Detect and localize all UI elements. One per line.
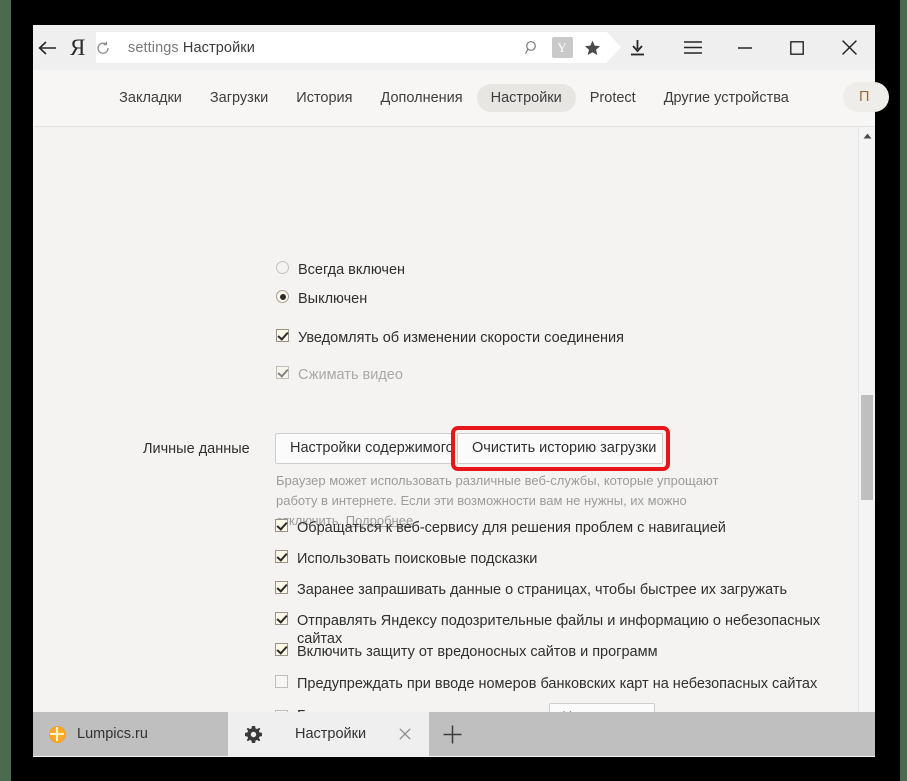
checkbox-notify-speed-label: Уведомлять об изменении скорости соедине… — [298, 330, 624, 346]
maximize-button[interactable] — [771, 25, 823, 70]
chevron-up-icon — [863, 133, 871, 138]
minimize-icon — [738, 46, 752, 49]
checkbox-row-search-suggestions[interactable]: Использовать поисковые подсказки — [275, 550, 537, 568]
radio-turbo-off[interactable] — [276, 290, 289, 303]
checkbox-row-compress-video: Сжимать видео — [276, 366, 403, 384]
arrow-left-icon — [38, 40, 57, 55]
radio-turbo-off-label: Выключен — [298, 291, 368, 307]
nav-tab-protect[interactable]: Protect — [576, 84, 650, 112]
nav-tab-bookmarks[interactable]: Закладки — [105, 84, 196, 112]
browser-titlebar: Я settings Настройки Y — [33, 25, 875, 70]
browser-window: Я settings Настройки Y Закладки Загрузки… — [33, 25, 889, 757]
checkbox-row-malware-protection[interactable]: Включить защиту от вредоносных сайтов и … — [275, 643, 658, 661]
reload-icon[interactable] — [96, 41, 128, 55]
tab-settings[interactable]: Настройки — [228, 712, 429, 756]
vertical-scrollbar[interactable] — [858, 127, 875, 736]
content-settings-button[interactable]: Настройки содержимого — [275, 433, 455, 464]
radio-row-turbo-off[interactable]: Выключен — [276, 290, 367, 308]
yandex-badge: Y — [551, 37, 573, 58]
tab-close-icon[interactable] — [399, 728, 411, 740]
radio-row-turbo-always[interactable]: Всегда включен — [276, 261, 405, 279]
reload-glyph — [97, 41, 109, 54]
back-button[interactable] — [33, 25, 62, 70]
checkbox-navigation-service[interactable] — [275, 519, 288, 532]
clear-download-history-button[interactable]: Очистить историю загрузки — [457, 433, 663, 464]
address-bar-actions: Y — [517, 32, 607, 63]
vertical-scrollbar-thumb[interactable] — [861, 395, 873, 500]
browser-tab-bar: Lumpics.ru Настройки — [33, 712, 875, 756]
hamburger-menu-icon — [684, 41, 702, 54]
screenshot-root: Я settings Настройки Y Закладки Загрузки… — [0, 0, 907, 781]
address-bar-nose — [607, 32, 621, 62]
gear-glyph — [244, 725, 262, 743]
maximize-icon — [790, 40, 804, 55]
address-bar[interactable]: settings Настройки Y — [96, 32, 621, 63]
star-glyph — [584, 40, 600, 55]
tab-lumpics-title: Lumpics.ru — [77, 726, 148, 742]
close-glyph — [399, 728, 411, 740]
settings-nav-bar: Закладки Загрузки История Дополнения Нас… — [33, 70, 889, 127]
tab-settings-title: Настройки — [295, 726, 367, 742]
minimize-button[interactable] — [719, 25, 771, 70]
checkbox-search-suggestions-label: Использовать поисковые подсказки — [297, 551, 538, 567]
checkbox-prefetch-label: Заранее запрашивать данные о страницах, … — [297, 582, 788, 598]
checkbox-row-navigation-service[interactable]: Обращаться к веб-сервису для решения про… — [275, 519, 726, 537]
close-button[interactable] — [823, 25, 875, 70]
checkbox-row-prefetch[interactable]: Заранее запрашивать данные о страницах, … — [275, 581, 787, 599]
address-page-title: Настройки — [182, 39, 255, 56]
plus-icon — [443, 725, 461, 743]
nav-tab-partial-label: П — [859, 89, 870, 105]
checkbox-compress-video-label: Сжимать видео — [298, 367, 403, 383]
window-controls — [607, 25, 875, 70]
settings-nav-tabs: Закладки Загрузки История Дополнения Нас… — [105, 84, 803, 112]
checkbox-row-card-warning[interactable]: Предупреждать при вводе номеров банковск… — [275, 675, 817, 693]
new-tab-button[interactable] — [429, 712, 475, 756]
checkbox-prefetch[interactable] — [275, 581, 288, 594]
browser-menu-button[interactable] — [667, 25, 719, 70]
checkbox-malware-protection[interactable] — [275, 643, 288, 656]
settings-page: Всегда включен Выключен Уведомлять об из… — [33, 127, 842, 736]
yandex-badge-icon[interactable]: Y — [547, 32, 577, 63]
nav-tab-other-devices[interactable]: Другие устройства — [650, 84, 803, 112]
tab-lumpics[interactable]: Lumpics.ru — [33, 712, 228, 756]
nav-tab-history[interactable]: История — [282, 84, 366, 112]
desktop-edge-right — [900, 0, 907, 781]
address-scheme: settings — [128, 39, 179, 56]
yandex-logo: Я — [62, 25, 93, 70]
close-icon — [841, 40, 857, 55]
settings-content-area: Всегда включен Выключен Уведомлять об из… — [33, 127, 875, 757]
checkbox-search-suggestions[interactable] — [275, 550, 288, 563]
nav-tab-settings[interactable]: Настройки — [476, 84, 576, 112]
search-glyph — [524, 41, 536, 54]
orange-slice-icon — [47, 724, 67, 744]
section-label-personal-data: Личные данные — [143, 441, 250, 457]
checkbox-row-notify-speed[interactable]: Уведомлять об изменении скорости соедине… — [276, 329, 624, 347]
yandex-badge-glyph: Y — [557, 39, 567, 55]
nav-tab-addons[interactable]: Дополнения — [367, 84, 477, 112]
checkbox-notify-speed[interactable] — [276, 329, 289, 342]
scroll-up-button[interactable] — [859, 127, 875, 144]
checkbox-malware-protection-label: Включить защиту от вредоносных сайтов и … — [297, 644, 658, 660]
desktop-edge-left — [0, 0, 11, 781]
checkbox-card-warning-label: Предупреждать при вводе номеров банковск… — [297, 676, 818, 692]
checkbox-compress-video — [276, 366, 289, 379]
star-icon[interactable] — [577, 32, 607, 63]
radio-turbo-always-label: Всегда включен — [298, 262, 406, 278]
checkbox-send-suspicious-files[interactable] — [275, 612, 288, 625]
radio-turbo-always[interactable] — [276, 261, 289, 274]
download-icon — [630, 39, 644, 55]
nav-tab-downloads[interactable]: Загрузки — [196, 84, 282, 112]
search-icon[interactable] — [517, 32, 547, 63]
nav-tab-partial[interactable]: П — [843, 82, 889, 112]
address-bar-text: settings Настройки — [128, 40, 255, 56]
yandex-logo-glyph: Я — [70, 34, 86, 60]
checkbox-navigation-service-label: Обращаться к веб-сервису для решения про… — [297, 520, 726, 536]
checkbox-card-warning[interactable] — [275, 675, 288, 688]
gear-icon — [243, 724, 263, 744]
